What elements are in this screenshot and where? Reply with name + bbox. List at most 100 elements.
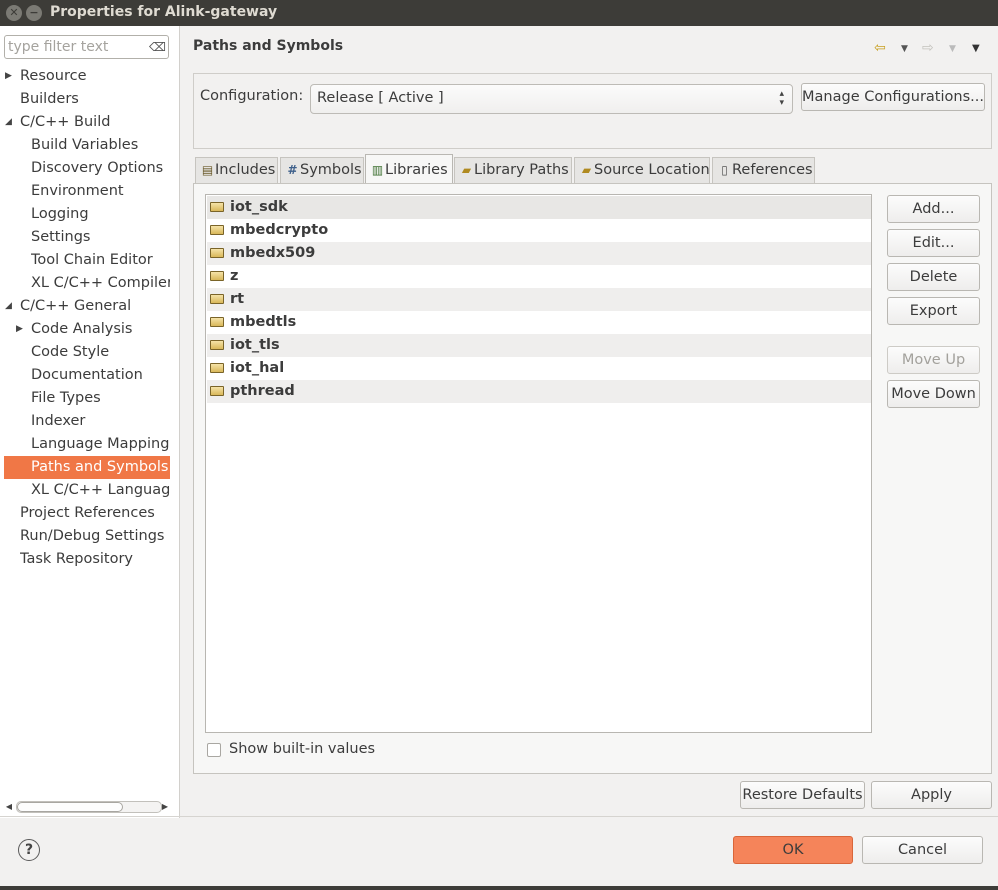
folder-icon (210, 248, 224, 258)
library-name: mbedx509 (230, 245, 316, 261)
source-location-icon: ▰ (581, 163, 592, 177)
help-icon[interactable]: ? (18, 839, 40, 861)
back-arrow-icon[interactable]: ⇦ (874, 40, 886, 56)
tree-item[interactable]: Task Repository (20, 548, 170, 571)
tree-item-label: Discovery Options (31, 160, 164, 176)
library-name: iot_sdk (230, 199, 288, 215)
library-name: rt (230, 291, 245, 307)
filter-box[interactable]: ⌫ (4, 35, 169, 59)
tree-expand-icon[interactable]: ▶ (5, 65, 12, 88)
tree-item[interactable]: C/C++ Build (20, 111, 170, 134)
library-paths-icon: ▰ (461, 163, 472, 177)
tree-item-label: Builders (20, 91, 79, 107)
edit-button[interactable]: Edit... (887, 229, 980, 257)
folder-icon (210, 317, 224, 327)
tree-item[interactable]: Paths and Symbols (4, 456, 170, 479)
library-row[interactable]: iot_tls (207, 334, 871, 357)
window-bottom-edge (0, 886, 998, 890)
tab-includes[interactable]: ▤ Includes (195, 157, 278, 183)
scroll-left-icon[interactable]: ◀ (4, 802, 14, 812)
tree-item[interactable]: XL C/C++ Compiler (31, 272, 170, 295)
tree-item[interactable]: Settings (31, 226, 170, 249)
scroll-right-icon[interactable]: ▶ (160, 802, 170, 812)
view-menu-icon[interactable]: ▼ (972, 43, 980, 54)
tab-symbols[interactable]: # Symbols (280, 157, 364, 183)
library-row[interactable]: mbedtls (207, 311, 871, 334)
tree-item-label: Resource (20, 68, 87, 84)
library-row[interactable]: iot_sdk (207, 196, 871, 219)
tree-item-label: Code Analysis (31, 321, 133, 337)
tree-item[interactable]: Builders (20, 88, 170, 111)
add-button[interactable]: Add... (887, 195, 980, 223)
libraries-list[interactable]: iot_sdk mbedcrypto mbedx509 z rt mbedtls iot_t… (205, 194, 872, 733)
tree-item[interactable]: Resource (20, 65, 170, 88)
select-updown-icon: ▴ ▾ (779, 89, 784, 108)
tab-label: References (732, 162, 813, 178)
tree-item[interactable]: Tool Chain Editor (31, 249, 170, 272)
tab-label: Symbols (300, 162, 362, 178)
tab-libraries[interactable]: ▥ Libraries (365, 154, 453, 184)
tree-item-label: XL C/C++ Compiler (31, 275, 170, 291)
close-window-icon[interactable]: ✕ (6, 5, 22, 21)
tree-item-label: Build Variables (31, 137, 139, 153)
export-button[interactable]: Export (887, 297, 980, 325)
apply-button[interactable]: Apply (871, 781, 992, 809)
tree-item[interactable]: C/C++ General (20, 295, 170, 318)
tree-item-label: File Types (31, 390, 101, 406)
tree-item-label: Paths and Symbols (31, 459, 169, 475)
tree-item-label: C/C++ General (20, 298, 132, 314)
library-row[interactable]: z (207, 265, 871, 288)
library-name: mbedtls (230, 314, 297, 330)
tree-collapse-icon[interactable]: ◢ (5, 111, 12, 134)
tree-item-label: Environment (31, 183, 124, 199)
tab-library-paths[interactable]: ▰ Library Paths (454, 157, 572, 183)
folder-icon (210, 294, 224, 304)
forward-menu-chevron-icon: ▼ (949, 44, 956, 54)
ok-button[interactable]: OK (733, 836, 853, 864)
minimize-window-icon[interactable]: − (26, 5, 42, 21)
tree-item[interactable]: Code Style (31, 341, 170, 364)
library-row[interactable]: mbedx509 (207, 242, 871, 265)
tree-item[interactable]: Project References (20, 502, 170, 525)
tree-item-label: Code Style (31, 344, 110, 360)
library-row[interactable]: rt (207, 288, 871, 311)
filter-input[interactable] (8, 38, 143, 56)
configuration-select[interactable]: Release [ Active ] ▴ ▾ (310, 84, 793, 114)
tab-source-location[interactable]: ▰ Source Location (574, 157, 710, 183)
tree-item[interactable]: Documentation (31, 364, 170, 387)
scroll-track[interactable] (16, 801, 162, 813)
cancel-button[interactable]: Cancel (862, 836, 983, 864)
tree-item[interactable]: Environment (31, 180, 170, 203)
tree-item[interactable]: Build Variables (31, 134, 170, 157)
delete-button[interactable]: Delete (887, 263, 980, 291)
tree-item[interactable]: Language Mappings (31, 433, 170, 456)
show-builtin-label[interactable]: Show built-in values (229, 741, 375, 757)
move-up-button[interactable]: Move Up (887, 346, 980, 374)
tree-item[interactable]: Logging (31, 203, 170, 226)
tree-item-label: Run/Debug Settings (20, 528, 165, 544)
includes-icon: ▤ (201, 163, 214, 177)
tab-references[interactable]: ▯ References (712, 157, 815, 183)
scroll-thumb[interactable] (17, 802, 123, 812)
tree-item-label: Project References (20, 505, 155, 521)
tree-item[interactable]: XL C/C++ Language C (31, 479, 170, 502)
tree-item[interactable]: Code Analysis (31, 318, 170, 341)
move-down-button[interactable]: Move Down (887, 380, 980, 408)
tree-expand-icon[interactable]: ▶ (16, 318, 23, 341)
tree-item[interactable]: Indexer (31, 410, 170, 433)
library-row[interactable]: pthread (207, 380, 871, 403)
tree-item[interactable]: Run/Debug Settings (20, 525, 170, 548)
tree-horizontal-scrollbar[interactable]: ◀ ▶ (3, 798, 169, 816)
library-row[interactable]: mbedcrypto (207, 219, 871, 242)
clear-filter-icon[interactable]: ⌫ (149, 39, 166, 55)
tree-collapse-icon[interactable]: ◢ (5, 295, 12, 318)
manage-configurations-button[interactable]: Manage Configurations... (801, 83, 985, 111)
tree-item[interactable]: File Types (31, 387, 170, 410)
library-name: mbedcrypto (230, 222, 329, 238)
page-title: Paths and Symbols (193, 38, 344, 54)
tree-item[interactable]: Discovery Options (31, 157, 170, 180)
show-builtin-checkbox[interactable] (207, 743, 221, 757)
restore-defaults-button[interactable]: Restore Defaults (740, 781, 865, 809)
library-row[interactable]: iot_hal (207, 357, 871, 380)
back-menu-chevron-icon[interactable]: ▼ (901, 44, 908, 54)
